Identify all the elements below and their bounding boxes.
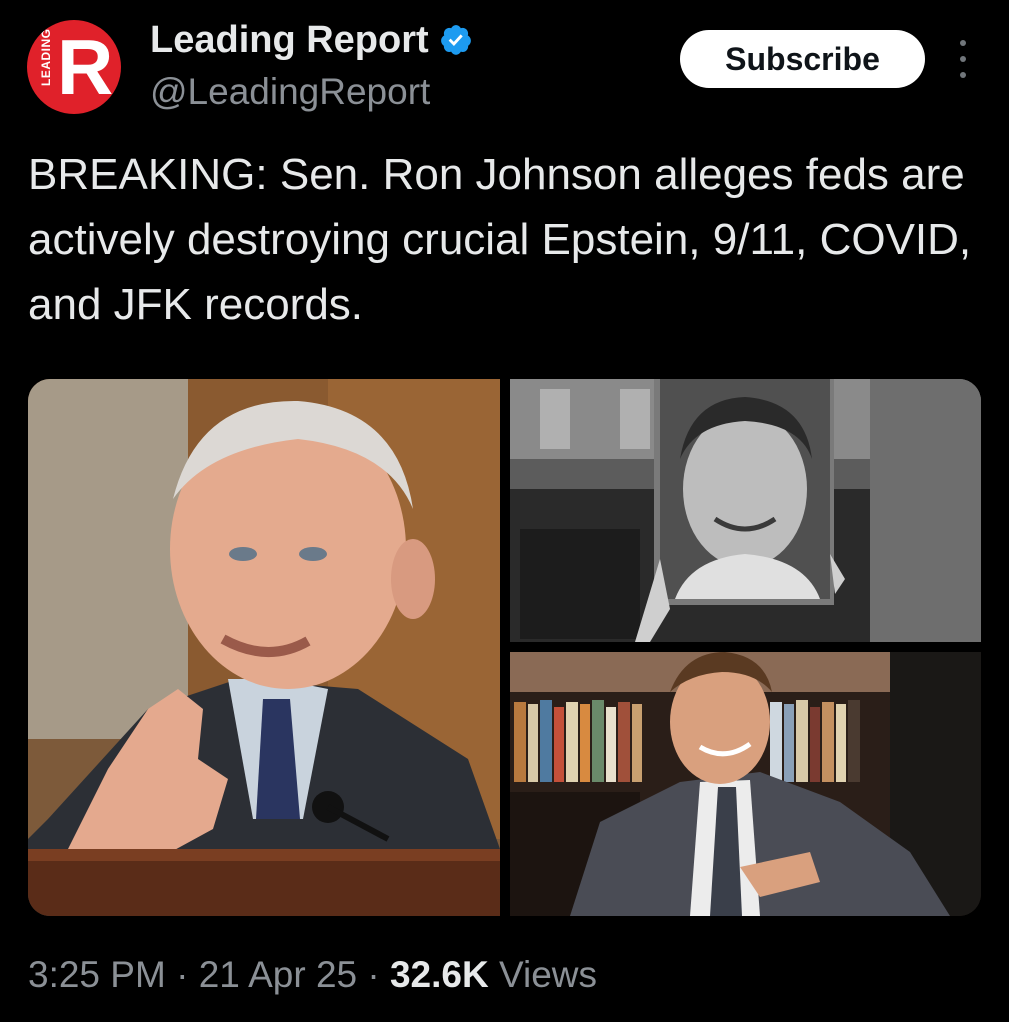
verified-badge-icon	[440, 25, 471, 55]
tweet-meta: 3:25 PM · 21 Apr 25 · 32.6K Views	[28, 950, 597, 1000]
senator-speaking-photo[interactable]	[28, 379, 500, 916]
epstein-poster-photo[interactable]	[510, 379, 981, 642]
more-vertical-icon[interactable]	[950, 40, 976, 78]
tweet-time[interactable]: 3:25 PM	[28, 954, 166, 995]
avatar-side-text: LEADING	[39, 28, 53, 87]
separator-dot: ·	[357, 954, 390, 995]
subscribe-button[interactable]: Subscribe	[680, 30, 925, 88]
avatar[interactable]: LEADING R	[27, 20, 121, 114]
tweet-text: BREAKING: Sen. Ron Johnson alleges feds …	[28, 150, 972, 329]
avatar-letter: R	[57, 23, 114, 111]
views-label: Views	[488, 954, 598, 995]
media-grid[interactable]	[28, 379, 981, 916]
views-count: 32.6K	[389, 954, 489, 995]
separator-dot: ·	[165, 954, 199, 995]
user-handle[interactable]: @LeadingReport	[150, 70, 430, 114]
name-row: Leading Report	[150, 18, 473, 62]
jfk-portrait-photo[interactable]	[510, 652, 981, 916]
tweet-date[interactable]: 21 Apr 25	[199, 954, 357, 995]
display-name[interactable]: Leading Report	[150, 18, 429, 62]
